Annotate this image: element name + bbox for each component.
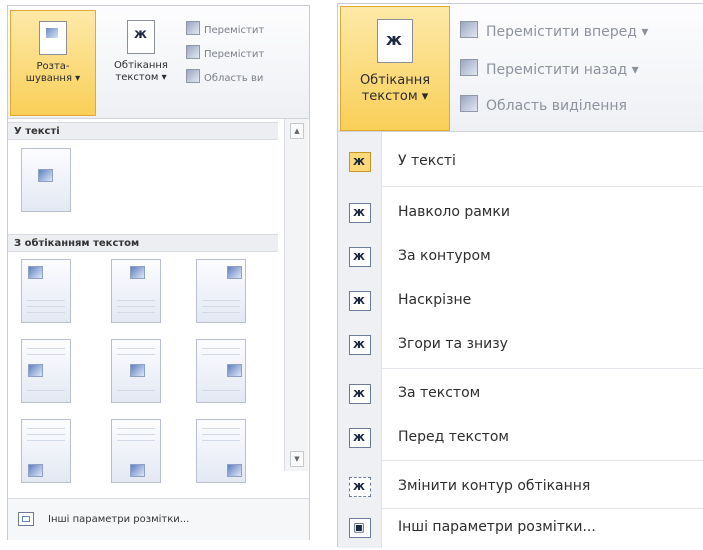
section-header-with-wrap: З обтіканням текстом	[8, 234, 278, 252]
layout-option[interactable]	[196, 339, 246, 403]
wrap-text-button[interactable]: ж Обтікання текстом ▾	[100, 10, 182, 116]
bring-forward-button[interactable]: Перемістит	[186, 20, 308, 42]
menu-item-label: Навколо рамки	[398, 204, 510, 220]
layout-option[interactable]	[21, 339, 71, 403]
menu-item-inline[interactable]: ж У тексті	[338, 138, 703, 184]
layout-option-inline[interactable]	[21, 148, 71, 212]
send-backward-button[interactable]: Перемістит	[186, 44, 308, 66]
selection-pane-button[interactable]: Область ви	[186, 68, 308, 90]
menu-item-tight[interactable]: ж За контуром	[338, 233, 703, 279]
menu-item-square[interactable]: ж Навколо рамки	[338, 189, 703, 235]
menu-item-edit-wrap-points[interactable]: ж Змінити контур обтікання	[338, 463, 703, 509]
ribbon-group: Розта- шування ▾ ж Обтікання текстом ▾ П…	[8, 6, 309, 119]
wrap-text-label-2: текстом ▾	[361, 89, 429, 104]
layout-option[interactable]	[111, 259, 161, 323]
layout-option[interactable]	[111, 419, 161, 483]
position-gallery-panel: Розта- шування ▾ ж Обтікання текстом ▾ П…	[7, 5, 310, 540]
menu-item-more-layout-options[interactable]: ▣ Інші параметри розмітки...	[338, 504, 703, 550]
position-button[interactable]: Розта- шування ▾	[10, 10, 96, 116]
send-backward-label: Перемістит	[204, 49, 265, 60]
wrap-text-icon: ж	[127, 20, 155, 54]
scroll-up-button[interactable]: ▲	[290, 123, 304, 139]
section-header-in-text: У тексті	[8, 122, 278, 140]
menu-item-label: У тексті	[398, 153, 456, 169]
menu-item-in-front-of-text[interactable]: ж Перед текстом	[338, 414, 703, 460]
selection-pane-icon	[186, 69, 200, 83]
wrap-text-label-1: Обтікання	[359, 73, 431, 88]
layout-option[interactable]	[196, 419, 246, 483]
gallery-scrollbar[interactable]: ▲ ▼	[284, 119, 308, 471]
menu-item-label: Інші параметри розмітки...	[398, 519, 596, 535]
wrap-top-bottom-icon: ж	[349, 335, 371, 355]
more-layout-options-label: Інші параметри розмітки...	[48, 514, 190, 525]
position-icon	[39, 21, 67, 55]
selection-pane-label: Область ви	[204, 73, 264, 84]
selection-pane-button[interactable]: Область виділення	[460, 92, 703, 120]
wrap-text-button[interactable]: ж Обтікання текстом ▾	[340, 6, 450, 131]
selection-pane-label: Область виділення	[486, 98, 627, 114]
wrap-text-icon: ж	[377, 19, 413, 63]
send-backward-button[interactable]: Перемістити назад ▾	[460, 56, 703, 84]
menu-separator	[382, 460, 703, 461]
wrap-inline-icon: ж	[349, 152, 371, 172]
menu-separator	[382, 368, 703, 369]
layout-option[interactable]	[196, 259, 246, 323]
wrap-in-front-icon: ж	[349, 428, 371, 448]
menu-item-label: Змінити контур обтікання	[398, 478, 591, 494]
send-backward-icon	[460, 59, 478, 76]
layout-option[interactable]	[21, 259, 71, 323]
menu-item-label: Наскрізне	[398, 292, 472, 308]
selection-pane-icon	[460, 95, 478, 112]
bring-forward-label: Перемістит	[204, 25, 265, 36]
scroll-down-button[interactable]: ▼	[290, 451, 304, 467]
menu-item-behind-text[interactable]: ж За текстом	[338, 370, 703, 416]
bring-forward-button[interactable]: Перемістити вперед ▾	[460, 18, 703, 46]
bring-forward-icon	[186, 21, 200, 35]
ribbon-group: ж Обтікання текстом ▾ Перемістити вперед…	[338, 4, 703, 132]
send-backward-label: Перемістити назад ▾	[486, 62, 639, 78]
menu-item-label: За контуром	[398, 248, 491, 264]
layout-option[interactable]	[21, 419, 71, 483]
position-button-label: Розта- шування ▾	[25, 61, 81, 84]
bring-forward-label: Перемістити вперед ▾	[486, 24, 649, 40]
wrap-tight-icon: ж	[349, 247, 371, 267]
wrap-text-button-label: Обтікання текстом ▾	[114, 60, 168, 83]
layout-options-icon: ▣	[349, 518, 371, 538]
wrap-behind-text-icon: ж	[349, 384, 371, 404]
menu-separator	[382, 186, 703, 187]
wrap-square-icon: ж	[349, 203, 371, 223]
wrap-text-menu-panel: ж Обтікання текстом ▾ Перемістити вперед…	[337, 3, 703, 550]
menu-item-label: Перед текстом	[398, 429, 509, 445]
menu-item-label: За текстом	[398, 385, 481, 401]
wrap-through-icon: ж	[349, 291, 371, 311]
more-layout-options-item[interactable]: Інші параметри розмітки...	[8, 498, 309, 540]
layout-options-icon	[18, 512, 34, 526]
edit-wrap-points-icon: ж	[349, 477, 371, 497]
bring-forward-icon	[460, 21, 478, 38]
layout-option[interactable]	[111, 339, 161, 403]
menu-item-label: Згори та знизу	[398, 336, 508, 352]
menu-item-top-bottom[interactable]: ж Згори та знизу	[338, 321, 703, 367]
menu-item-through[interactable]: ж Наскрізне	[338, 277, 703, 323]
send-backward-icon	[186, 45, 200, 59]
